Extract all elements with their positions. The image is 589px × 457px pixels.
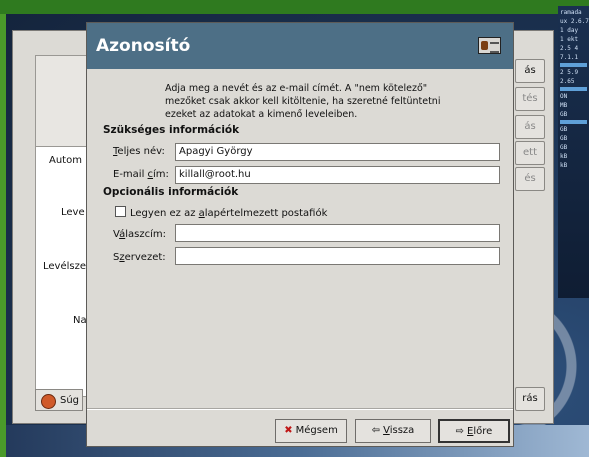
background-label-levelsz: Levélsze <box>43 261 87 272</box>
forward-label: Előre <box>467 426 493 437</box>
intro-text: Adja meg a nevét és az e-mail címét. A "… <box>165 83 441 120</box>
background-close-button[interactable]: rás <box>515 387 545 411</box>
monitor-line: 1 day <box>560 27 579 34</box>
background-button[interactable]: ett <box>515 141 545 165</box>
monitor-line: 1 ekt <box>560 36 579 43</box>
monitor-line: kB <box>560 153 568 160</box>
dialog-title: Azonosító <box>96 36 191 56</box>
monitor-line: kB <box>560 162 568 169</box>
cancel-button[interactable]: ✖ Mégsem <box>275 419 347 443</box>
top-border <box>0 0 589 14</box>
full-name-label: Teljes név: <box>113 146 165 157</box>
reply-to-input[interactable] <box>175 224 500 242</box>
system-monitor: ramada ux 2.6.7 1 day 1 ekt 2.5 4 7.1.1 … <box>558 6 589 298</box>
monitor-line: GB <box>560 144 568 151</box>
back-label: Vissza <box>383 425 415 436</box>
back-button[interactable]: ⇦ Vissza <box>355 419 431 443</box>
monitor-bar <box>560 87 587 91</box>
forward-button[interactable]: ⇨ Előre <box>438 419 510 443</box>
monitor-line: 2 5.9 <box>560 69 579 76</box>
required-section-title: Szükséges információk <box>103 124 240 136</box>
background-button[interactable]: ás <box>515 59 545 83</box>
default-account-checkbox-row[interactable]: Legyen ez az alapértelmezett postafiók <box>115 206 327 219</box>
background-help-button[interactable]: Súg <box>35 389 83 411</box>
button-separator <box>87 408 513 410</box>
monitor-line: MB <box>560 102 568 109</box>
monitor-line: GB <box>560 126 568 133</box>
monitor-line: GB <box>560 135 568 142</box>
monitor-line: 2.65 <box>560 78 575 85</box>
background-button[interactable]: tés <box>515 87 545 111</box>
full-name-input[interactable]: Apagyi György <box>175 143 500 161</box>
help-icon <box>41 394 56 409</box>
background-help-label: Súg <box>60 395 80 406</box>
default-account-checkbox[interactable] <box>115 206 126 217</box>
reply-to-label: Válaszcím: <box>113 229 166 240</box>
monitor-bar <box>560 120 587 124</box>
email-input[interactable]: killall@root.hu <box>175 166 500 184</box>
monitor-bar <box>560 63 587 67</box>
monitor-line: GB <box>560 111 568 118</box>
monitor-line: ramada <box>560 9 582 16</box>
background-button[interactable]: ás <box>515 115 545 139</box>
monitor-line: 2.5 4 <box>560 45 579 52</box>
identity-dialog: Azonosító Adja meg a nevét és az e-mail … <box>86 22 514 447</box>
optional-section-title: Opcionális információk <box>103 186 239 198</box>
monitor-line: ON <box>560 93 568 100</box>
organization-label: Szervezet: <box>113 252 166 263</box>
arrow-right-icon: ⇨ <box>455 426 465 437</box>
organization-input[interactable] <box>175 247 500 265</box>
id-card-icon <box>478 37 501 54</box>
default-account-label: Legyen ez az alapértelmezett postafiók <box>130 208 328 219</box>
dialog-header: Azonosító <box>87 23 513 69</box>
cancel-icon: ✖ <box>284 425 293 436</box>
cancel-label: Mégsem <box>295 425 338 436</box>
monitor-line: 7.1.1 <box>560 54 579 61</box>
monitor-line: ux 2.6.7 <box>560 18 589 25</box>
email-label: E-mail cím: <box>113 169 169 180</box>
background-label-auto: Autom <box>49 155 82 166</box>
background-label-lev: Leve <box>61 207 85 218</box>
arrow-left-icon: ⇦ <box>371 425 381 436</box>
background-button[interactable]: és <box>515 167 545 191</box>
